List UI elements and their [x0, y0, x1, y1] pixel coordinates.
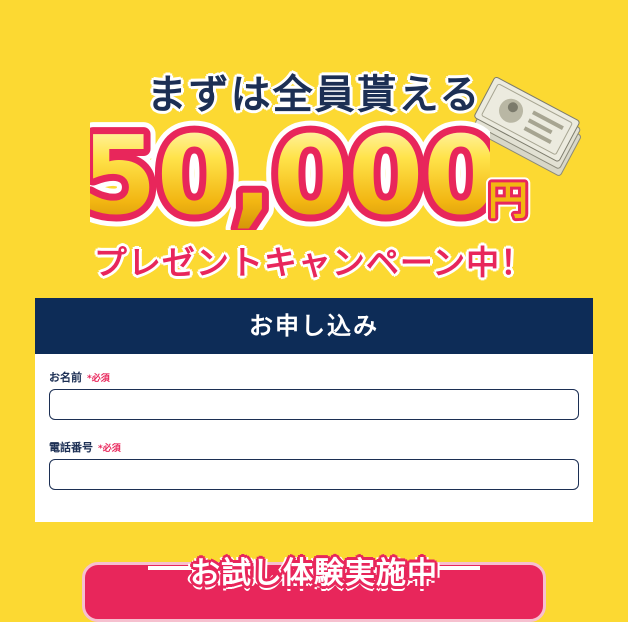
campaign-text: プレゼントキャンペーン中！: [93, 243, 535, 282]
phone-field-group: 電話番号 *必須: [49, 440, 579, 490]
trial-label: お試し体験実施中: [190, 556, 438, 591]
prize-amount-value: 50,000: [90, 114, 490, 230]
phone-input[interactable]: [49, 459, 579, 490]
currency-mark: 円 円 円: [483, 173, 533, 228]
phone-field-label: 電話番号: [49, 441, 93, 454]
phone-field-label-row: 電話番号 *必須: [49, 440, 579, 456]
name-field-label: お名前: [49, 371, 82, 384]
form-title: お申し込み: [35, 298, 593, 354]
name-field-group: お名前 *必須: [49, 370, 579, 420]
required-badge: *必須: [98, 444, 121, 454]
name-field-label-row: お名前 *必須: [49, 370, 579, 386]
name-input[interactable]: [49, 389, 579, 420]
currency-mark-value: 円: [488, 178, 528, 224]
hero-banner: まずは全員貰える 50,000 50,000 50,000 円 円 円 プレゼン…: [0, 0, 628, 298]
application-form: お申し込み お名前 *必須 電話番号 *必須: [35, 298, 593, 522]
trial-banner: お試し体験実施中: [82, 548, 546, 622]
required-badge: *必須: [87, 374, 110, 384]
